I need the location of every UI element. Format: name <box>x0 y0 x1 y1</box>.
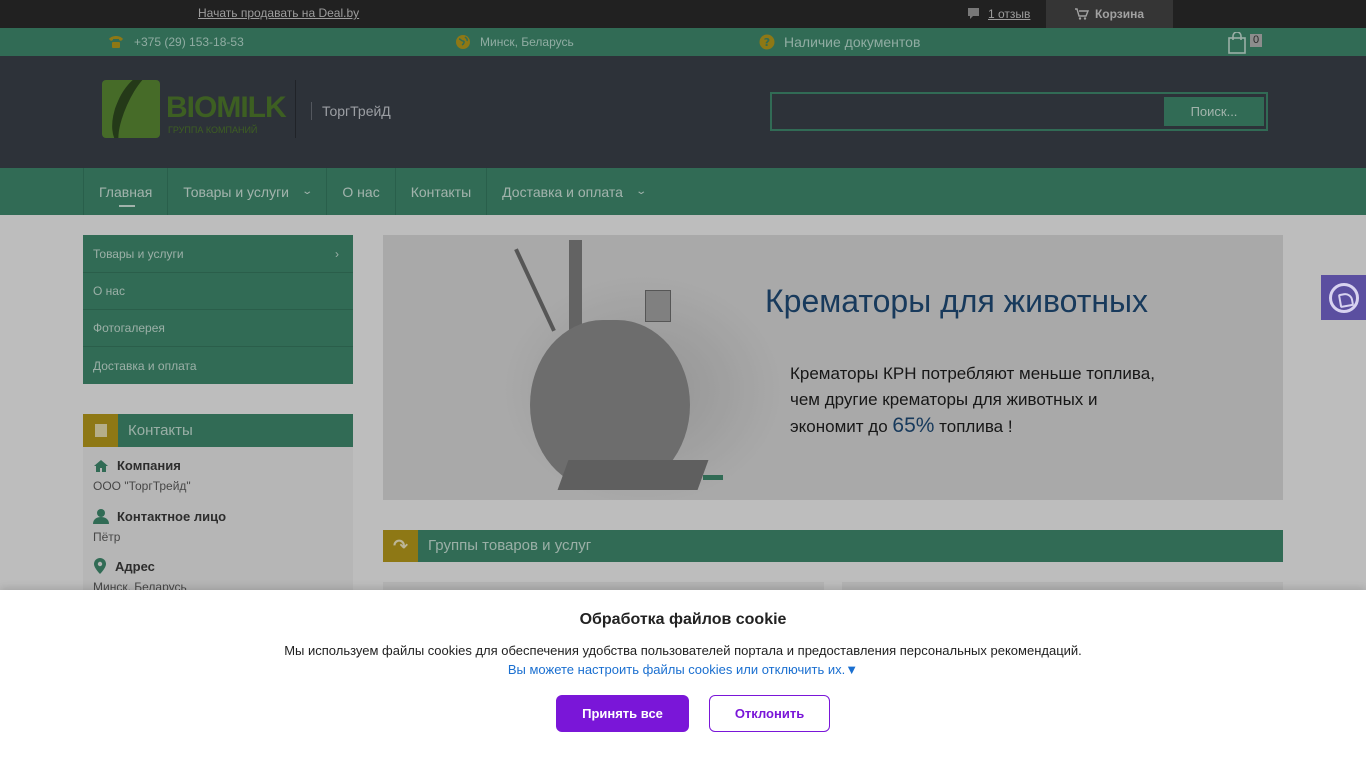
sidebar-item-label: Товары и услуги <box>93 246 184 261</box>
reviews-link[interactable]: 1 отзыв <box>988 7 1030 21</box>
home-icon <box>94 459 108 472</box>
decline-button[interactable]: Отклонить <box>709 695 830 732</box>
start-selling-link[interactable]: Начать продавать на Deal.by <box>198 6 359 20</box>
sidebar-item-delivery[interactable]: Доставка и оплата <box>83 347 353 384</box>
cookie-title: Обработка файлов cookie <box>579 611 787 628</box>
promo-slider[interactable]: Крематоры для животных Крематоры КРН пот… <box>383 235 1283 500</box>
chevron-down-icon: ⌄ <box>301 186 314 197</box>
main-nav: Главная Товары и услуги ⌄ О нас Контакты … <box>0 168 1366 215</box>
accept-all-button[interactable]: Принять все <box>556 695 689 732</box>
sidebar-menu: Товары и услуги › О нас Фотогалерея Доста… <box>83 235 353 384</box>
nav-label: О нас <box>342 183 380 200</box>
slide-line-3-pre: экономит до <box>790 417 893 436</box>
search-button[interactable]: Поиск... <box>1164 97 1264 126</box>
shopping-bag-icon <box>1228 32 1246 54</box>
logo-text: BIOMILK <box>166 91 287 124</box>
slide-highlight: 65% <box>892 414 935 437</box>
contact-address: Адрес Минск, Беларусь <box>93 558 187 594</box>
cart-count-badge: 0 <box>1250 34 1263 47</box>
slide-line-3-post: топлива ! <box>934 417 1013 436</box>
sidebar-item-gallery[interactable]: Фотогалерея <box>83 310 353 347</box>
chevron-down-icon: ⌄ <box>635 186 648 197</box>
viber-button[interactable] <box>1321 275 1366 320</box>
phone-icon <box>109 36 123 48</box>
cart-tab[interactable]: Корзина <box>1046 0 1173 28</box>
nav-item-contacts[interactable]: Контакты <box>396 168 488 215</box>
top-bar: Начать продавать на Deal.by 1 отзыв Корз… <box>0 0 1366 28</box>
nav-item-about[interactable]: О нас <box>327 168 396 215</box>
phone-number: +375 (29) 153-18-53 <box>134 35 244 49</box>
nav-item-delivery[interactable]: Доставка и оплата ⌄ <box>487 168 660 215</box>
sidebar-item-products[interactable]: Товары и услуги › <box>83 235 353 273</box>
svg-text:?: ? <box>764 36 770 49</box>
slider-dot[interactable] <box>703 475 723 480</box>
question-icon: ? <box>759 34 775 50</box>
brand-logo[interactable] <box>102 80 160 138</box>
slide-line-3: экономит до 65% топлива ! <box>790 413 1155 440</box>
company-value: ООО "ТоргТрейд" <box>93 479 191 493</box>
cart-label: Корзина <box>1094 7 1145 21</box>
nav-label: Товары и услуги <box>183 183 289 200</box>
header-divider <box>295 80 296 138</box>
location-item: Минск, Беларусь <box>455 28 574 56</box>
globe-icon <box>456 35 470 49</box>
cookie-message: Мы используем файлы cookies для обеспече… <box>284 643 1082 658</box>
slide-title: Крематоры для животных <box>765 283 1149 319</box>
sidebar-item-about[interactable]: О нас <box>83 273 353 310</box>
nav-label: Главная <box>99 183 153 200</box>
sidebar-item-label: О нас <box>93 284 125 298</box>
cremator-stand <box>557 460 709 490</box>
contact-person: Контактное лицо Пётр <box>93 508 226 544</box>
groups-title: Группы товаров и услуг <box>428 537 592 554</box>
nav-item-products[interactable]: Товары и услуги ⌄ <box>168 168 328 215</box>
sidebar-item-label: Доставка и оплата <box>93 358 197 373</box>
search-form: Поиск... <box>770 92 1268 131</box>
person-label: Контактное лицо <box>117 508 227 524</box>
search-input[interactable] <box>774 96 1162 127</box>
cookie-settings-link[interactable]: Вы можете настроить файлы cookies или от… <box>0 662 1366 677</box>
info-bar: +375 (29) 153-18-53 Минск, Беларусь ? На… <box>0 28 1366 56</box>
map-pin-icon <box>94 558 106 574</box>
groups-header: ↷ Группы товаров и услуг <box>383 530 1283 562</box>
logo-subtitle: ГРУППА КОМПАНИЙ <box>168 125 258 135</box>
nav-label: Доставка и оплата <box>502 183 623 200</box>
contact-company: Компания ООО "ТоргТрейд" <box>93 458 191 493</box>
sidebar-item-label: Фотогалерея <box>93 321 165 335</box>
person-value: Пётр <box>93 530 121 544</box>
user-icon <box>93 509 109 524</box>
cremator-control-box <box>645 290 671 322</box>
contact-card-icon <box>83 414 118 447</box>
arrow-icon: ↷ <box>383 530 418 562</box>
nav-label: Контакты <box>410 183 472 200</box>
cookie-banner: Обработка файлов cookie Мы используем фа… <box>0 590 1366 768</box>
company-name: ТоргТрейД <box>311 102 391 120</box>
phone-item[interactable]: +375 (29) 153-18-53 <box>107 28 244 56</box>
nav-item-home[interactable]: Главная <box>84 168 169 215</box>
reviews: 1 отзыв <box>967 5 1030 23</box>
slide-line-2: чем другие крематоры для животных и <box>790 390 1098 409</box>
contacts-header: Контакты <box>83 414 353 447</box>
viber-icon <box>1328 282 1359 313</box>
chevron-right-icon: › <box>335 246 339 261</box>
slide-line-1: Крематоры КРН потребляют меньше топлива, <box>790 364 1155 383</box>
location-text: Минск, Беларусь <box>480 35 574 49</box>
slider-dots <box>703 475 723 480</box>
documents-text: Наличие документов <box>784 34 921 50</box>
documents-item[interactable]: ? Наличие документов <box>759 28 920 56</box>
slide-text: Крематоры КРН потребляют меньше топлива,… <box>790 361 1155 440</box>
mini-cart[interactable]: 0 <box>1227 32 1263 54</box>
contacts-title: Контакты <box>128 422 193 439</box>
cart-icon <box>1074 8 1089 20</box>
comment-icon <box>968 8 979 19</box>
company-label: Компания <box>117 458 181 473</box>
address-label: Адрес <box>115 558 155 574</box>
